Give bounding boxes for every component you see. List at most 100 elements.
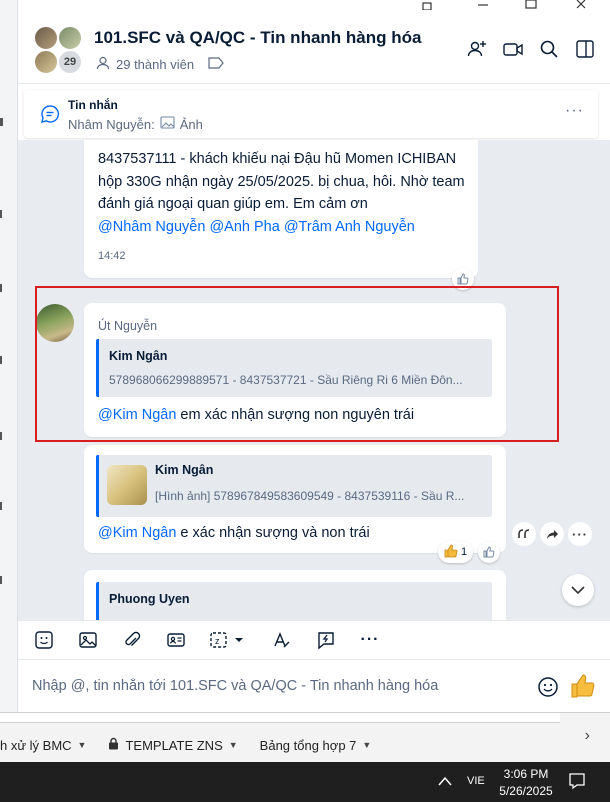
mention-link[interactable]: @Kim Ngân <box>98 525 176 541</box>
quoted-text: [Hình ảnh] 578967849583609549 - 84375391… <box>155 489 465 503</box>
image-upload-icon[interactable] <box>76 628 100 652</box>
taskbar: VIE 3:06 PM 5/26/2025 <box>0 762 610 802</box>
pinned-content: Ảnh <box>179 116 203 132</box>
emoji-icon[interactable] <box>536 675 560 699</box>
sheet-tab-label: Bảng tổng hợp 7 <box>259 737 357 753</box>
attachment-icon[interactable] <box>120 628 144 652</box>
sheet-tab[interactable]: h xử lý BMC ▼ <box>0 738 86 753</box>
group-title: 101.SFC và QA/QC - Tin nhanh hàng hóa <box>94 28 422 47</box>
caret-down-icon: ▼ <box>77 740 87 750</box>
close-icon[interactable] <box>574 0 588 14</box>
quoted-message[interactable]: Kim Ngân [Hình ảnh] 578967849583609549 -… <box>96 455 492 517</box>
strip-mark <box>0 576 2 584</box>
clock[interactable]: 3:06 PM 5/26/2025 <box>498 766 554 800</box>
group-avatar[interactable]: 29 <box>34 26 84 76</box>
message-input[interactable] <box>32 671 522 701</box>
message-text: 8437537111 - khách khiếu nại Đậu hũ Mome… <box>98 148 468 238</box>
composer-toolbar: z ··· <box>18 620 610 660</box>
pinned-message-bar[interactable]: Tin nhắn Nhâm Nguyễn: Ảnh ··· <box>24 90 598 138</box>
lock-icon[interactable] <box>420 0 434 14</box>
message-bubble[interactable]: Kim Ngân [Hình ảnh] 578967849583609549 -… <box>84 445 506 553</box>
message-text: @Kim Ngân e xác nhận sượng và non trái <box>98 525 370 541</box>
quote-reply-icon[interactable] <box>512 522 536 546</box>
scroll-to-bottom-button[interactable] <box>562 574 594 606</box>
quoted-sender: Kim Ngân <box>155 463 214 477</box>
video-call-icon[interactable] <box>502 38 524 60</box>
reaction-pill[interactable]: 1 <box>438 541 474 563</box>
input-language[interactable]: VIE <box>467 775 485 787</box>
strip-mark <box>0 502 2 510</box>
mention-link[interactable]: @Nhâm Nguyễn <box>98 219 205 235</box>
more-tools-icon[interactable]: ··· <box>358 628 382 652</box>
message-body: e xác nhận sượng và non trái <box>176 525 370 541</box>
background-app-strip <box>0 0 18 712</box>
header-actions <box>466 38 596 60</box>
strip-mark <box>0 356 2 364</box>
more-actions-icon[interactable]: ··· <box>568 522 592 546</box>
tray-overflow-icon[interactable] <box>438 773 452 789</box>
caret-down-icon: ▼ <box>228 740 238 750</box>
thumbs-up-send-icon[interactable] <box>570 673 596 699</box>
person-icon <box>96 56 110 73</box>
contact-card-icon[interactable] <box>164 628 188 652</box>
thumbs-up-emoji-icon <box>444 544 458 561</box>
message-composer <box>18 661 610 712</box>
tag-icon[interactable] <box>208 57 224 72</box>
quoted-image-thumbnail <box>107 465 147 505</box>
sheet-tab[interactable]: Bảng tổng hợp 7 ▼ <box>260 738 372 753</box>
member-count-badge: 29 <box>58 50 82 74</box>
message-list: 8437537111 - khách khiếu nại Đậu hũ Mome… <box>18 140 610 620</box>
text-format-icon[interactable] <box>270 628 294 652</box>
more-options-icon[interactable]: ··· <box>565 102 584 120</box>
member-avatar <box>34 50 58 74</box>
maximize-icon[interactable] <box>524 0 538 14</box>
sheet-tabs: h xử lý BMC ▼ TEMPLATE ZNS ▼ Bảng tổng h… <box>0 737 371 753</box>
chat-bubble-icon <box>40 104 60 124</box>
caret-down-icon: ▼ <box>362 740 372 750</box>
pinned-preview: Nhâm Nguyễn: Ảnh <box>68 116 203 132</box>
reaction-count: 1 <box>461 546 468 558</box>
minimize-icon[interactable] <box>476 0 490 14</box>
message-body: 8437537111 - khách khiếu nại Đậu hũ Mome… <box>98 151 465 212</box>
spreadsheet-tab-strip: h xử lý BMC ▼ TEMPLATE ZNS ▼ Bảng tổng h… <box>0 712 610 762</box>
message-bubble[interactable]: 8437537111 - khách khiếu nại Đậu hũ Mome… <box>84 140 478 278</box>
quoted-sender: Phuong Uyen <box>109 592 190 606</box>
strip-mark <box>0 432 2 440</box>
pinned-title: Tin nhắn <box>68 98 118 112</box>
clock-time: 3:06 PM <box>503 767 549 781</box>
notification-center-icon[interactable] <box>568 772 586 790</box>
member-avatar <box>58 26 82 50</box>
strip-mark <box>0 210 2 218</box>
lock-icon <box>108 737 119 753</box>
sheet-tab-label: h xử lý BMC <box>0 737 72 753</box>
svg-text:z: z <box>215 636 220 646</box>
search-icon[interactable] <box>538 38 560 60</box>
sticker-icon[interactable] <box>32 628 56 652</box>
pinned-sender: Nhâm Nguyễn: <box>68 116 155 132</box>
like-icon[interactable] <box>478 541 500 563</box>
sheet-scroll-ruler <box>0 713 560 723</box>
screenshot-capture-icon[interactable]: z <box>208 628 250 652</box>
strip-mark <box>0 118 3 126</box>
forward-icon[interactable] <box>540 522 564 546</box>
member-count[interactable]: 29 thành viên <box>96 56 224 73</box>
sheet-tab-label: TEMPLATE ZNS <box>125 737 223 753</box>
mention-link[interactable]: @Anh Pha <box>209 219 279 235</box>
chat-header: 29 101.SFC và QA/QC - Tin nhanh hàng hóa… <box>18 16 610 84</box>
add-member-icon[interactable] <box>466 38 488 60</box>
clock-date: 5/26/2025 <box>499 784 553 798</box>
urgent-message-icon[interactable] <box>314 628 338 652</box>
message-time: 14:42 <box>98 250 126 262</box>
strip-mark <box>0 284 2 292</box>
chevron-right-icon[interactable]: › <box>585 727 590 745</box>
sheet-tab[interactable]: TEMPLATE ZNS ▼ <box>108 737 238 753</box>
mention-link[interactable]: @Trâm Anh Nguyễn <box>284 219 415 235</box>
chat-window: 29 101.SFC và QA/QC - Tin nhanh hàng hóa… <box>18 0 610 712</box>
member-avatar <box>34 26 58 50</box>
member-count-label: 29 thành viên <box>116 57 195 72</box>
image-icon <box>160 116 175 132</box>
message-bubble[interactable]: Phuong Uyen <box>84 570 506 620</box>
sidebar-toggle-icon[interactable] <box>574 38 596 60</box>
quoted-message[interactable]: Phuong Uyen <box>96 582 492 620</box>
highlight-annotation-box <box>35 286 559 442</box>
